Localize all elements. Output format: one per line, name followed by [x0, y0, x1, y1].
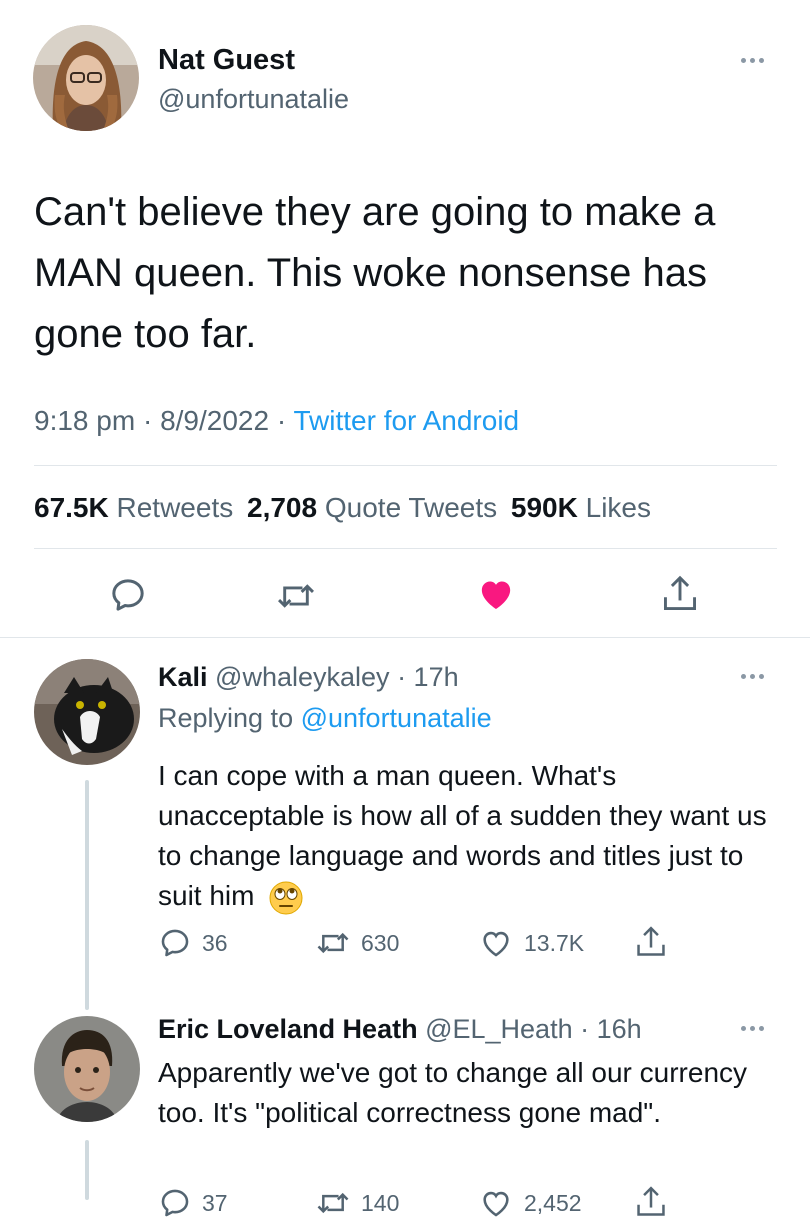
retweet-icon	[317, 1192, 349, 1214]
tweet-source-link[interactable]: Twitter for Android	[293, 405, 519, 436]
reply-display-name[interactable]: Eric Loveland Heath	[158, 1014, 418, 1044]
tweet-meta: 9:18 pm · 8/9/2022 · Twitter for Android	[34, 405, 519, 437]
replying-to: Replying to @unfortunatalie	[158, 703, 492, 734]
quotes-stat[interactable]: 2,708 Quote Tweets	[247, 492, 505, 523]
quotes-count: 2,708	[247, 492, 318, 523]
tweet-stats: 67.5K Retweets 2,708 Quote Tweets 590K L…	[34, 492, 651, 524]
reply-text: I can cope with a man queen. What's unac…	[158, 760, 767, 911]
reply-button[interactable]: 37	[158, 1186, 228, 1220]
retweets-count: 67.5K	[34, 492, 109, 523]
reply-text-block: I can cope with a man queen. What's unac…	[158, 756, 768, 916]
divider	[34, 548, 777, 549]
tweet-time: 9:18 pm	[34, 405, 136, 436]
reply-avatar[interactable]	[34, 1016, 140, 1122]
reply-text: Apparently we've got to change all our c…	[158, 1057, 748, 1128]
more-options-icon[interactable]	[741, 58, 764, 63]
tweet-text: Can't believe they are going to make a M…	[34, 190, 716, 356]
reply-handle[interactable]: @whaleykaley	[215, 662, 390, 692]
thread-line	[85, 780, 89, 1010]
face-with-rolling-eyes-icon	[268, 880, 304, 916]
reply-icon	[161, 929, 189, 957]
like-button[interactable]: 13.7K	[478, 926, 584, 960]
retweet-count: 630	[361, 929, 400, 956]
reply-icon	[112, 579, 144, 611]
share-button[interactable]	[634, 924, 668, 960]
like-button[interactable]: 2,452	[478, 1186, 582, 1220]
divider	[0, 637, 810, 638]
share-icon	[637, 926, 665, 956]
more-options-icon[interactable]	[741, 1026, 764, 1031]
likes-stat[interactable]: 590K Likes	[511, 492, 651, 523]
share-icon	[637, 1186, 665, 1216]
reply-time[interactable]: · 16h	[580, 1014, 642, 1044]
reply-time[interactable]: · 17h	[397, 662, 459, 692]
divider	[34, 465, 777, 466]
more-options-icon[interactable]	[741, 674, 764, 679]
reply-header: Kali @whaleykaley · 17h	[158, 662, 459, 693]
likes-count: 590K	[510, 492, 578, 523]
like-count: 13.7K	[524, 929, 585, 956]
reply-avatar[interactable]	[34, 659, 140, 765]
like-count: 2,452	[524, 1189, 582, 1216]
author-display-name[interactable]: Nat Guest	[158, 44, 295, 77]
share-button[interactable]	[660, 573, 700, 620]
reply-count: 36	[202, 929, 228, 956]
retweet-button[interactable]: 630	[315, 926, 399, 960]
reply-icon	[161, 1189, 189, 1217]
heart-filled-icon	[481, 581, 511, 609]
reply-button[interactable]	[108, 575, 148, 620]
retweet-icon	[317, 932, 349, 954]
tweet-date: 8/9/2022	[160, 405, 270, 436]
author-handle[interactable]: @unfortunatalie	[158, 84, 349, 115]
share-button[interactable]	[634, 1184, 668, 1220]
retweets-label: Retweets	[116, 492, 234, 523]
meta-separator: ·	[142, 405, 153, 436]
replying-to-label: Replying to	[158, 703, 294, 733]
like-button[interactable]	[475, 574, 517, 619]
meta-separator: ·	[276, 405, 287, 436]
reply-count: 37	[202, 1189, 228, 1216]
retweet-button[interactable]	[275, 576, 317, 621]
retweet-count: 140	[361, 1189, 400, 1216]
replying-to-handle[interactable]: @unfortunatalie	[301, 703, 492, 733]
thread-line	[85, 1140, 89, 1200]
author-avatar[interactable]	[33, 25, 139, 131]
share-icon	[664, 575, 696, 610]
quotes-label: Quote Tweets	[324, 492, 498, 523]
reply-display-name[interactable]: Kali	[158, 662, 208, 692]
heart-icon	[483, 1191, 509, 1217]
retweet-icon	[278, 584, 314, 608]
likes-label: Likes	[585, 492, 651, 523]
heart-icon	[483, 931, 509, 957]
reply-handle[interactable]: @EL_Heath	[425, 1014, 573, 1044]
retweets-stat[interactable]: 67.5K Retweets	[34, 492, 241, 523]
reply-header: Eric Loveland Heath @EL_Heath · 16h	[158, 1014, 642, 1045]
reply-button[interactable]: 36	[158, 926, 228, 960]
retweet-button[interactable]: 140	[315, 1186, 399, 1220]
